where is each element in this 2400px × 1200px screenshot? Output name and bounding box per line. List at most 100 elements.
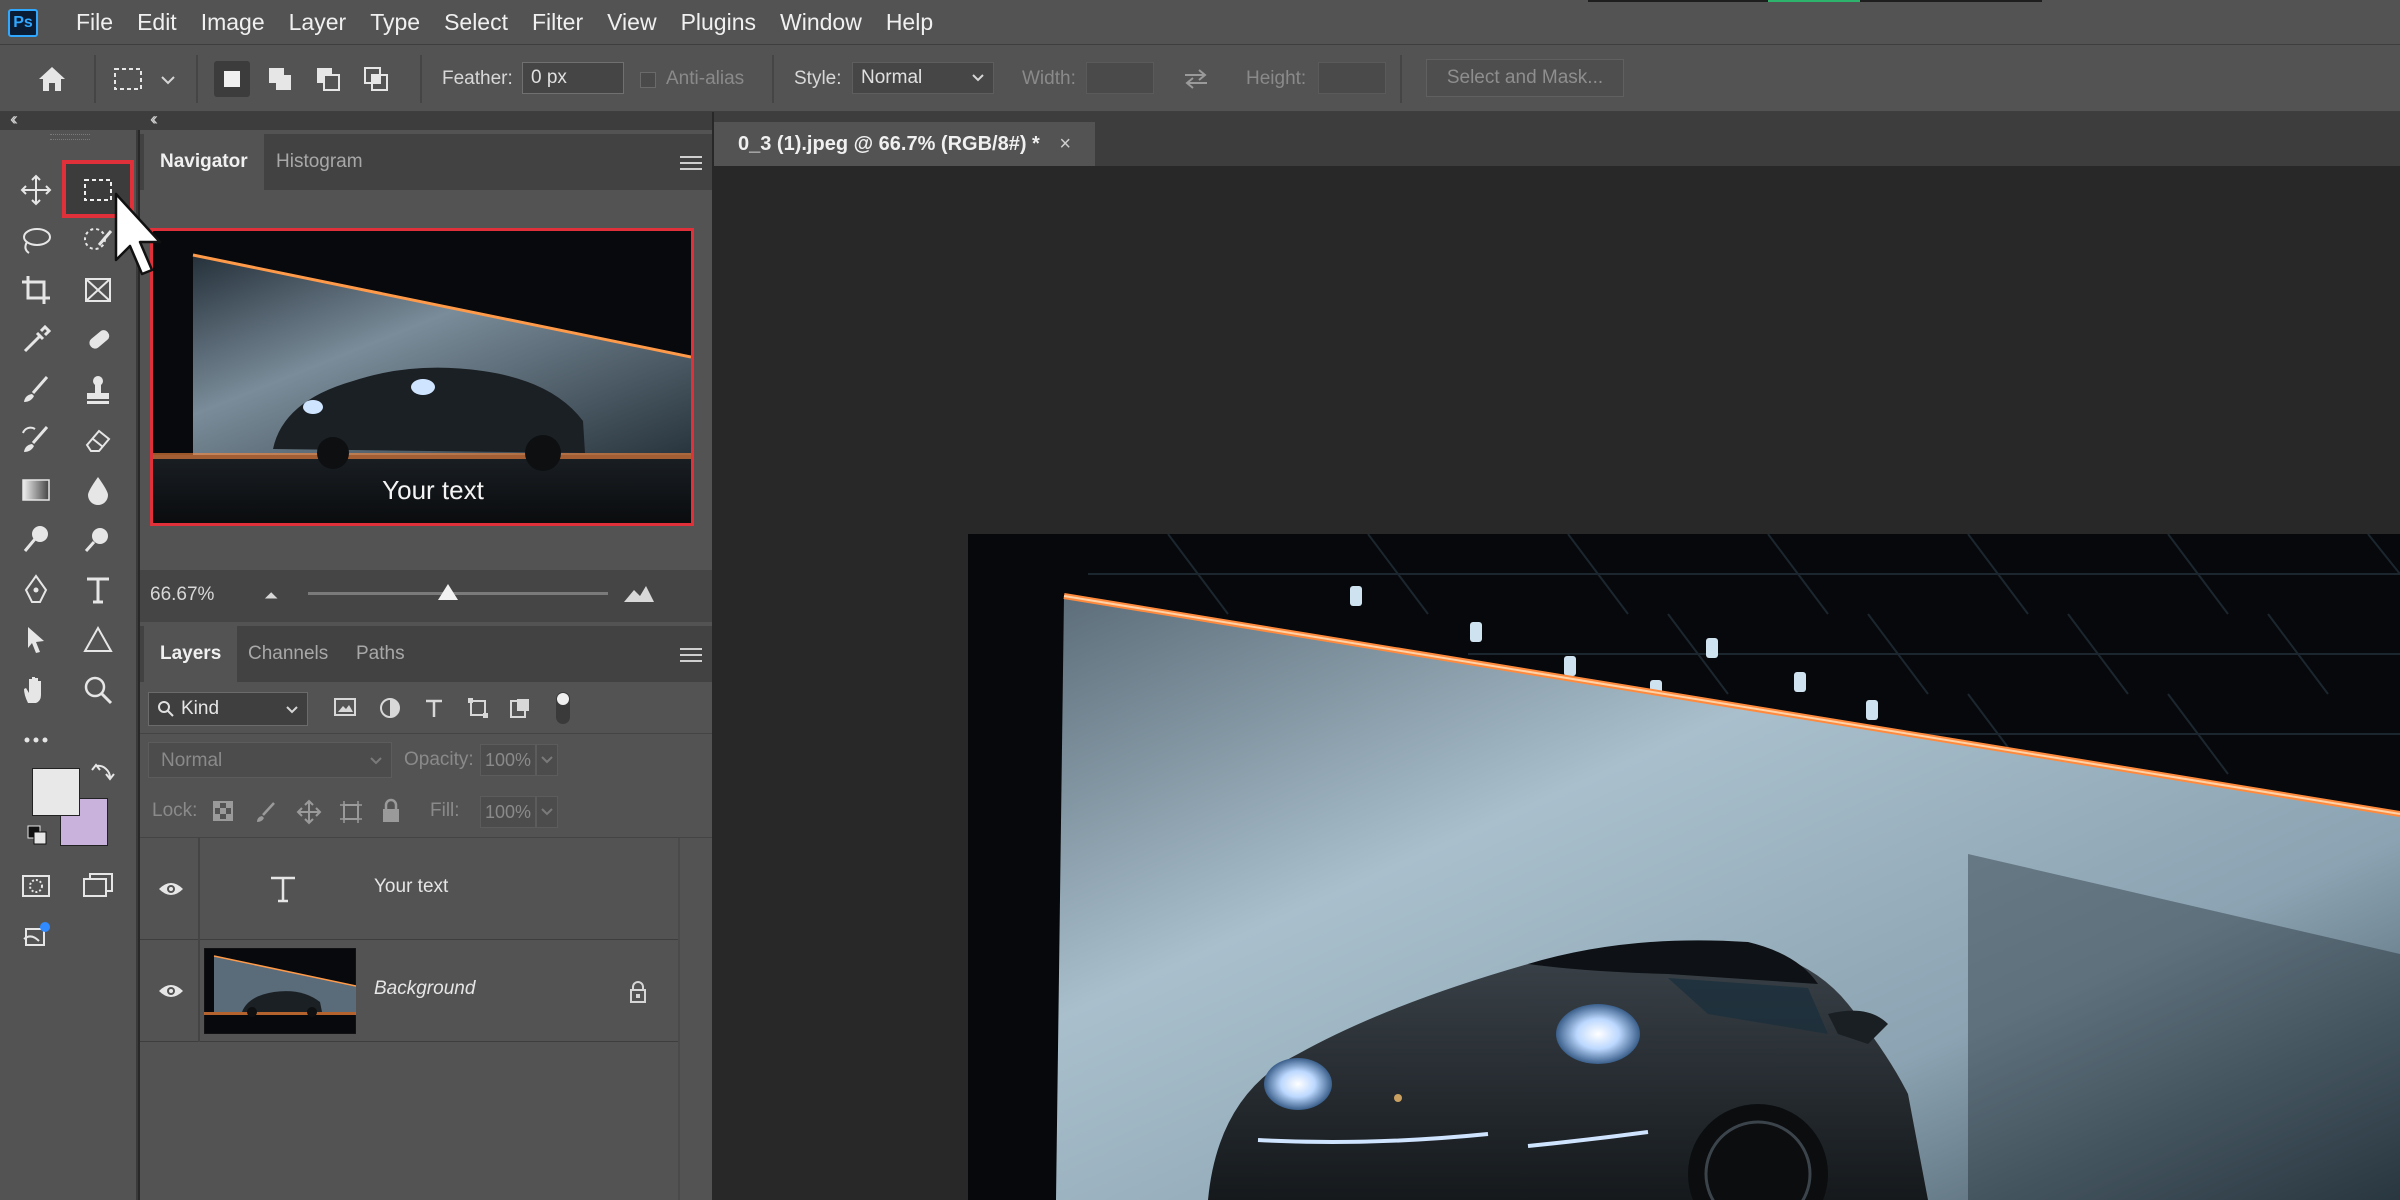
fill-input[interactable]: 100% <box>480 796 536 828</box>
lock-position-icon[interactable] <box>296 799 322 825</box>
eyedropper-tool-icon[interactable] <box>12 318 60 362</box>
visibility-eye-icon[interactable] <box>158 881 184 897</box>
navigator-panel-menu-icon[interactable] <box>680 156 702 170</box>
more-tools-icon[interactable] <box>12 718 60 762</box>
menu-help[interactable]: Help <box>874 0 945 44</box>
canvas-image <box>968 534 2400 1200</box>
crop-tool-icon[interactable] <box>12 268 60 312</box>
antialias-checkbox[interactable] <box>640 72 656 88</box>
select-and-mask-button[interactable]: Select and Mask... <box>1426 59 1624 97</box>
navigator-zoom-value[interactable]: 66.67% <box>150 584 214 606</box>
filter-smart-object-icon[interactable] <box>508 696 532 720</box>
swap-dimensions-icon[interactable] <box>1178 61 1214 97</box>
clone-stamp-tool-icon[interactable] <box>74 368 122 412</box>
layer-row-your-text[interactable]: Your text <box>140 838 680 940</box>
navigator-zoom-slider[interactable] <box>308 592 608 595</box>
navigator-preview[interactable]: Your text <box>150 228 694 526</box>
lock-image-pixels-icon[interactable] <box>254 800 278 824</box>
opacity-dropdown[interactable] <box>536 744 558 776</box>
zoom-tool-icon[interactable] <box>74 668 122 712</box>
path-selection-tool-icon[interactable] <box>12 618 60 662</box>
shape-tool-icon[interactable] <box>74 618 122 662</box>
lock-all-icon[interactable] <box>380 798 402 824</box>
zoom-out-icon[interactable] <box>260 588 282 602</box>
visibility-eye-icon[interactable] <box>158 983 184 999</box>
tab-navigator[interactable]: Navigator <box>144 134 264 190</box>
zoom-magnify-tool-icon[interactable] <box>74 518 122 562</box>
feather-input[interactable]: 0 px <box>522 62 624 94</box>
lock-transparent-pixels-icon[interactable] <box>212 800 234 822</box>
layer-name[interactable]: Background <box>374 978 475 1000</box>
menu-filter[interactable]: Filter <box>520 0 595 44</box>
height-input[interactable] <box>1318 62 1386 94</box>
width-input[interactable] <box>1086 62 1154 94</box>
new-selection-icon[interactable] <box>214 61 250 97</box>
menu-plugins[interactable]: Plugins <box>669 0 768 44</box>
screen-mode-icon[interactable] <box>74 864 122 908</box>
eraser-tool-icon[interactable] <box>74 418 122 462</box>
menu-file[interactable]: File <box>64 0 125 44</box>
filter-shape-icon[interactable] <box>466 696 490 720</box>
menu-type[interactable]: Type <box>358 0 432 44</box>
menu-view[interactable]: View <box>595 0 668 44</box>
collapse-panels-icon[interactable]: ‹‹ <box>150 109 158 130</box>
style-select[interactable]: Normal <box>852 62 994 94</box>
foreground-color-swatch-front[interactable] <box>32 768 80 816</box>
intersect-selection-icon[interactable] <box>358 61 394 97</box>
quick-mask-icon[interactable] <box>12 864 60 908</box>
opacity-input[interactable]: 100% <box>480 744 536 776</box>
filter-adjustment-icon[interactable] <box>378 696 402 720</box>
chevron-down-icon <box>541 808 553 816</box>
brush-tool-icon[interactable] <box>12 368 60 412</box>
toolbar-grip[interactable] <box>50 134 90 140</box>
lock-artboard-icon[interactable] <box>338 799 364 825</box>
document-tab[interactable]: 0_3 (1).jpeg @ 66.7% (RGB/8#) * × <box>714 122 1096 166</box>
subtract-from-selection-icon[interactable] <box>310 61 346 97</box>
layer-row-background[interactable]: Background <box>140 940 680 1042</box>
blend-mode-select[interactable]: Normal <box>148 742 392 778</box>
menu-select[interactable]: Select <box>432 0 520 44</box>
menu-edit[interactable]: Edit <box>125 0 189 44</box>
tab-paths[interactable]: Paths <box>340 626 421 682</box>
filter-toggle[interactable] <box>556 692 570 724</box>
default-colors-icon[interactable] <box>26 824 48 851</box>
menu-image[interactable]: Image <box>189 0 277 44</box>
layer-name[interactable]: Your text <box>374 876 448 898</box>
layers-panel-menu-icon[interactable] <box>680 648 702 662</box>
photoshop-logo-icon[interactable]: Ps <box>8 9 38 37</box>
rect-marquee-preset-icon[interactable] <box>110 61 146 97</box>
history-brush-tool-icon[interactable] <box>12 418 60 462</box>
home-icon[interactable] <box>34 61 70 97</box>
menu-window[interactable]: Window <box>768 0 874 44</box>
gradient-tool-icon[interactable] <box>12 468 60 512</box>
tab-channels[interactable]: Channels <box>232 626 344 682</box>
blur-tool-icon[interactable] <box>74 468 122 512</box>
filter-pixel-icon[interactable] <box>332 696 358 720</box>
filter-type-icon[interactable] <box>422 696 446 720</box>
document-canvas[interactable] <box>968 534 2400 1200</box>
dodge-tool-icon[interactable] <box>12 518 60 562</box>
close-tab-icon[interactable]: × <box>1059 133 1071 155</box>
lasso-tool-icon[interactable] <box>12 218 60 262</box>
collapse-toolbar-icon[interactable]: ‹‹ <box>10 109 18 130</box>
hand-tool-icon[interactable] <box>12 668 60 712</box>
layer-lock-icon[interactable] <box>628 980 648 1004</box>
tab-layers[interactable]: Layers <box>144 626 238 682</box>
add-to-selection-icon[interactable] <box>262 61 298 97</box>
navigator-zoom-slider-handle[interactable] <box>438 584 458 600</box>
tab-histogram[interactable]: Histogram <box>260 134 379 190</box>
chevron-down-icon[interactable] <box>160 73 176 91</box>
edit-in-quick-actions-icon[interactable] <box>12 914 60 958</box>
style-value: Normal <box>861 67 923 88</box>
zoom-in-icon[interactable] <box>622 582 656 604</box>
menu-layer[interactable]: Layer <box>277 0 359 44</box>
panel-collapse-strip: ‹‹ ‹‹ <box>0 109 712 130</box>
pen-tool-icon[interactable] <box>12 568 60 612</box>
move-tool-icon[interactable] <box>12 168 60 212</box>
swap-colors-icon[interactable] <box>90 760 116 791</box>
filter-kind-select[interactable]: Kind <box>148 692 308 726</box>
canvas-area[interactable] <box>714 166 2400 1200</box>
fill-dropdown[interactable] <box>536 796 558 828</box>
spot-healing-brush-icon[interactable] <box>74 318 122 362</box>
type-tool-icon[interactable] <box>74 568 122 612</box>
